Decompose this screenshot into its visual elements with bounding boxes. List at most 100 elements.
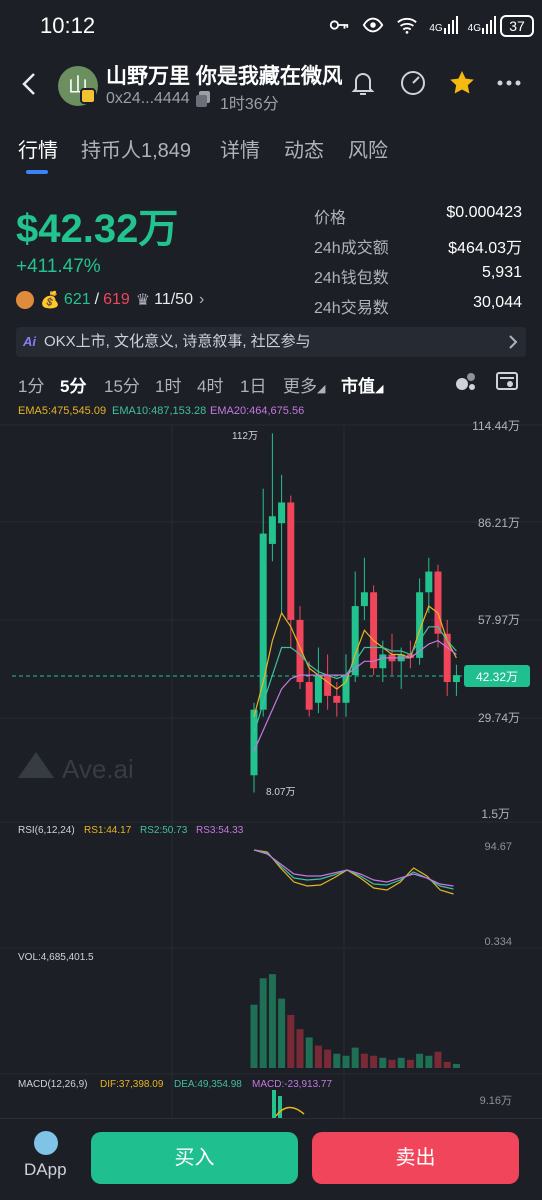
tab-risk[interactable]: 风险 [348,134,388,163]
volume-bar [406,1059,414,1068]
candle [333,695,341,703]
candlestick-chart[interactable]: Ave.ai EMA5:475,545.09 EMA10:487,153.28 … [0,400,542,1118]
signal-icon-2: 4G [468,16,496,34]
timeframe-1m[interactable]: 1分 [18,372,44,397]
timeframe-1h[interactable]: 1时 [155,372,181,397]
battery-icon: 37 [500,15,534,37]
stat-value: $464.03万 [448,240,522,257]
volume-bar [259,978,267,1068]
rsi-top: 94.67 [484,841,512,853]
timeframe-more[interactable]: 更多◢ [283,372,325,397]
status-bar: 10:12 4G 4G 37 [0,0,542,52]
sell-button[interactable]: 卖出 [312,1132,519,1184]
volume-bar [360,1053,368,1068]
token-age: 1时36分 [220,96,279,113]
rsi-label: RSI(6,12,24) [18,825,75,836]
y-tick: 114.44万 [472,419,520,433]
tab-holders[interactable]: 持币人1,849 [81,134,191,163]
gauge-icon[interactable] [398,68,428,98]
volume-bar [250,1004,258,1068]
dapp-icon[interactable] [34,1131,58,1155]
candle [268,516,276,544]
volume-bar [443,1061,451,1068]
volume-bar [416,1053,424,1068]
bell-icon[interactable] [348,68,378,98]
stat-value: 30,044 [473,294,522,311]
rsi-lines [253,849,454,895]
rsi-rs2: RS2:50.73 [140,825,188,836]
candle [250,709,258,776]
timeframe-15m[interactable]: 15分 [104,372,140,397]
eye-icon [363,17,384,33]
volume-bar [388,1059,396,1068]
rsi-rs3: RS3:54.33 [196,825,244,836]
rsi-bottom: 0.334 [484,936,512,948]
rsi-rs3_values [253,849,454,887]
volume-bar [452,1063,460,1068]
timeframe-1d[interactable]: 1日 [240,372,266,397]
y-tick: 57.97万 [478,613,520,627]
volume-bar [296,1029,304,1068]
market-cap-toggle[interactable]: 市值◢ [341,372,383,397]
timeframe-4h[interactable]: 4时 [197,372,223,397]
ema5-label: EMA5:475,545.09 [18,405,106,417]
chevron-right-icon [509,335,518,349]
current-value-text: 42.32万 [476,670,518,684]
volume-bar [333,1053,341,1068]
back-icon[interactable] [16,70,42,98]
candle [278,502,286,524]
y-tick: 1.5万 [481,807,510,821]
tab-active-indicator [26,170,48,174]
stat-label: 价格 [314,210,347,227]
volume-bar [351,1047,359,1068]
volume-bar [314,1045,322,1068]
volume-bar [425,1055,433,1068]
ai-summary-text: OKX上市, 文化意义, 诗意叙事, 社区参与 [44,333,311,350]
candle [360,592,368,607]
token-address: 0x24...4444 [106,90,190,107]
svg-text:Ave.ai: Ave.ai [62,754,134,784]
stats-panel: 价格 $0.000423 24h成交额 $464.03万 24h钱包数 5,931 2… [314,204,522,324]
chain-badge-icon [80,88,96,104]
rsi-rs2_values [253,849,454,890]
holder-chips[interactable]: 💰 621/619 ♛ 11/50 › [16,290,204,310]
candle [296,619,304,683]
candle [305,682,313,710]
copy-icon[interactable] [194,90,212,108]
candle [314,675,322,703]
volume-bar [287,1014,295,1068]
indicator-bubbles-icon[interactable] [453,368,479,394]
more-icon[interactable] [494,68,524,98]
candle [379,654,387,669]
volume-bar [278,998,286,1068]
candle [287,502,295,620]
volume-bar [397,1057,405,1068]
ai-logo-icon: Ai [23,334,36,349]
stat-label: 24h交易数 [314,300,389,317]
ai-summary-bar[interactable]: Ai OKX上市, 文化意义, 诗意叙事, 社区参与 [16,327,526,357]
ema10-label: EMA10:487,153.28 [112,405,206,417]
coins-icon [16,291,34,309]
market-cap: $42.32万 [16,207,179,251]
token-title: 山野万里 你是我藏在微风 [106,65,342,88]
macd-value: MACD:-23,913.77 [252,1079,332,1090]
stat-label: 24h钱包数 [314,270,389,287]
holder-ratio: 💰 621/619 [40,291,130,309]
star-icon[interactable] [447,68,477,98]
tab-activity[interactable]: 动态 [284,134,324,163]
tab-details[interactable]: 详情 [220,134,260,163]
wifi-icon [397,17,418,34]
candle [434,571,442,634]
volume-bar [268,974,276,1068]
low-label: 8.07万 [266,787,295,798]
ave-ai-watermark: Ave.ai [18,752,134,784]
high-label: 112万 [232,431,258,442]
tab-market[interactable]: 行情 [18,134,58,163]
dapp-label[interactable]: DApp [24,1160,67,1180]
signal-icon-1: 4G [429,16,458,34]
buy-button[interactable]: 买入 [91,1132,298,1184]
chart-settings-icon[interactable] [494,368,520,394]
candle [342,675,350,703]
timeframe-5m[interactable]: 5分 [60,372,86,397]
stat-value: 5,931 [481,264,522,281]
